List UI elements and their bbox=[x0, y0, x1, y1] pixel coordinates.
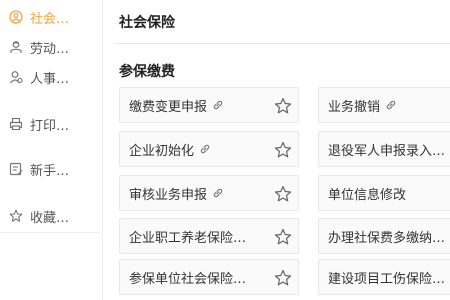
page-title: 社会保险 bbox=[119, 15, 175, 31]
printer-icon bbox=[8, 116, 24, 132]
main-panel: 社会保险 参保缴费 缴费变更申报 业务撤销 企业初始化 退役军人申报录入… 审核… bbox=[103, 0, 450, 300]
service-card[interactable]: 单位信息修改 bbox=[318, 175, 450, 211]
favorite-star-icon[interactable] bbox=[274, 269, 292, 287]
sidebar-item-labor[interactable]: 劳动… bbox=[0, 35, 100, 59]
link-icon bbox=[385, 99, 397, 111]
sidebar-divider bbox=[0, 232, 100, 233]
sidebar-item-personnel[interactable]: 人事… bbox=[0, 65, 100, 89]
service-card[interactable]: 缴费变更申报 bbox=[119, 87, 299, 123]
service-card[interactable]: 参保单位社会保险… bbox=[119, 259, 299, 295]
link-icon bbox=[212, 187, 224, 199]
social-icon bbox=[8, 9, 24, 25]
service-card[interactable]: 企业职工养老保险… bbox=[119, 218, 299, 254]
favorite-star-icon[interactable] bbox=[274, 97, 292, 115]
sidebar-item-print[interactable]: 打印… bbox=[0, 112, 100, 136]
service-card[interactable]: 退役军人申报录入… bbox=[318, 131, 450, 167]
service-card-label: 企业职工养老保险… bbox=[129, 230, 247, 246]
service-card[interactable]: 企业初始化 bbox=[119, 131, 299, 167]
section-title: 参保缴费 bbox=[119, 64, 175, 80]
link-icon bbox=[212, 99, 224, 111]
favorite-star-icon[interactable] bbox=[274, 185, 292, 203]
service-card-label: 缴费变更申报 bbox=[129, 99, 208, 115]
favorite-star-icon[interactable] bbox=[274, 228, 292, 246]
link-icon bbox=[199, 143, 211, 155]
star-icon bbox=[8, 208, 24, 224]
sidebar-item-label: 人事… bbox=[30, 71, 70, 87]
service-card[interactable]: 办理社保费多缴纳… bbox=[318, 218, 450, 254]
service-card-label: 单位信息修改 bbox=[328, 187, 407, 203]
sidebar-item-label: 新手… bbox=[30, 163, 70, 179]
service-card-label: 退役军人申报录入… bbox=[328, 143, 446, 159]
worker-icon bbox=[8, 39, 24, 55]
sidebar-item-label: 打印… bbox=[30, 118, 70, 134]
sidebar-item-social-insurance[interactable]: 社会… bbox=[0, 5, 100, 29]
person-icon bbox=[8, 69, 24, 85]
sidebar: 社会… 劳动… 人事… 打印… 新手… 收藏… bbox=[0, 0, 103, 300]
service-card[interactable]: 建设项目工伤保险… bbox=[318, 259, 450, 295]
sidebar-item-label: 收藏… bbox=[30, 210, 70, 226]
service-card-label: 企业初始化 bbox=[129, 143, 195, 159]
service-card-label: 审核业务申报 bbox=[129, 187, 208, 203]
guide-icon bbox=[8, 161, 24, 177]
sidebar-item-label: 社会… bbox=[30, 11, 70, 27]
service-card[interactable]: 业务撤销 bbox=[318, 87, 450, 123]
service-card-label: 业务撤销 bbox=[328, 99, 381, 115]
title-divider bbox=[115, 43, 450, 44]
service-card-label: 建设项目工伤保险… bbox=[328, 271, 446, 287]
service-card[interactable]: 审核业务申报 bbox=[119, 175, 299, 211]
service-card-label: 办理社保费多缴纳… bbox=[328, 230, 446, 246]
sidebar-item-guide[interactable]: 新手… bbox=[0, 157, 100, 181]
favorite-star-icon[interactable] bbox=[274, 141, 292, 159]
sidebar-item-label: 劳动… bbox=[30, 41, 70, 57]
sidebar-item-favorites[interactable]: 收藏… bbox=[0, 204, 100, 228]
service-card-label: 参保单位社会保险… bbox=[129, 271, 247, 287]
